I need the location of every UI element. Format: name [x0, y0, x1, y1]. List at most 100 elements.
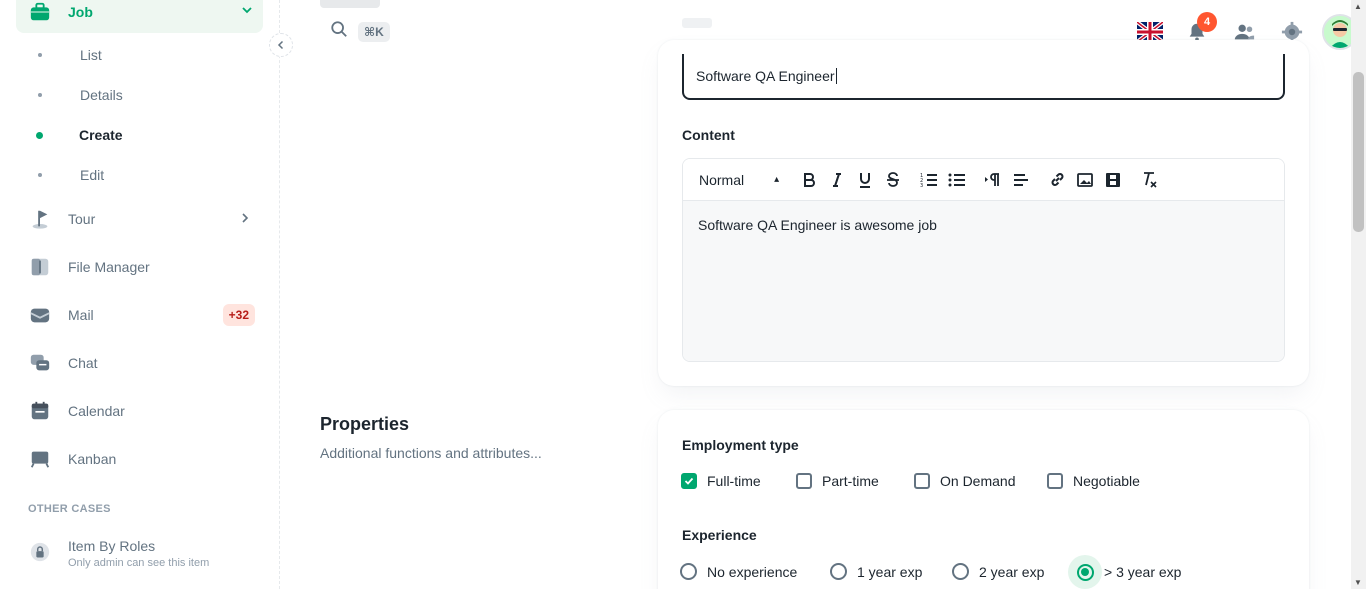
bullet-dot: [38, 173, 42, 177]
scrollbar-thumb[interactable]: [1353, 72, 1364, 232]
content-label: Content: [682, 127, 735, 143]
employment-type-label: Employment type: [682, 437, 799, 453]
notifications-count-badge: 4: [1197, 12, 1217, 32]
employment-option-label: Part-time: [822, 473, 879, 489]
file-manager-icon: [28, 255, 52, 279]
section-title-other-cases: OTHER CASES: [28, 503, 111, 515]
job-title-value: Software QA Engineer: [696, 68, 835, 84]
tour-flag-icon: [28, 207, 52, 231]
properties-subtitle: Additional functions and attributes...: [320, 445, 542, 461]
bullet-list-button[interactable]: [943, 166, 971, 194]
experience-option-2-year[interactable]: 2 year exp: [952, 563, 1044, 580]
lock-icon: [28, 540, 52, 564]
employment-option-label: Negotiable: [1073, 473, 1140, 489]
sidebar-item-job[interactable]: Job: [16, 0, 263, 33]
clear-format-button[interactable]: [1135, 166, 1163, 194]
properties-title: Properties: [320, 414, 410, 434]
experience-option-3-plus-year[interactable]: > 3 year exp: [1068, 555, 1182, 589]
sidebar-collapse-button[interactable]: [269, 33, 293, 57]
align-button[interactable]: [1007, 166, 1035, 194]
sidebar-subitem-list[interactable]: List: [16, 37, 263, 73]
sidebar-item-label: Chat: [68, 355, 98, 371]
sidebar-item-label: Calendar: [68, 403, 125, 419]
sidebar-item-label: Tour: [68, 211, 96, 227]
bullet-dot: [38, 53, 42, 57]
link-button[interactable]: [1043, 166, 1071, 194]
chevron-down-icon: [241, 4, 253, 19]
image-button[interactable]: [1071, 166, 1099, 194]
employment-option-on-demand[interactable]: On Demand: [914, 473, 1015, 489]
bold-icon: [804, 172, 815, 187]
underline-button[interactable]: [851, 166, 879, 194]
sidebar-subitem-label: Create: [79, 127, 123, 143]
rich-text-editor: Normal ▴ 123 Software QA Engineer is awe…: [682, 158, 1285, 362]
chevron-right-icon: [239, 211, 251, 227]
sidebar-subitem-details[interactable]: Details: [16, 77, 263, 113]
sidebar-item-caption: Only admin can see this item: [68, 557, 210, 569]
checkbox-icon: [796, 473, 812, 489]
sidebar-subitem-create[interactable]: Create: [16, 117, 263, 153]
scroll-up-arrow-icon[interactable]: ▲: [1354, 2, 1362, 11]
sidebar-subitem-label: List: [80, 47, 102, 63]
italic-icon: [833, 172, 841, 187]
italic-button[interactable]: [823, 166, 851, 194]
kanban-icon: [28, 447, 52, 471]
employment-option-negotiable[interactable]: Negotiable: [1047, 473, 1140, 489]
sidebar-subitem-edit[interactable]: Edit: [16, 157, 263, 193]
paragraph-direction-icon: [985, 172, 999, 186]
svg-text:3: 3: [920, 183, 923, 188]
editor-content-text: Software QA Engineer is awesome job: [698, 217, 937, 233]
experience-option-label: > 3 year exp: [1104, 564, 1182, 580]
employment-option-label: On Demand: [940, 473, 1016, 489]
sidebar-item-tour[interactable]: Tour: [16, 197, 263, 241]
sidebar-item-by-roles[interactable]: Item By Roles Only admin can see this it…: [16, 534, 263, 569]
sidebar-item-file-manager[interactable]: File Manager: [16, 245, 263, 289]
experience-option-none[interactable]: No experience: [680, 563, 797, 580]
editor-content-area[interactable]: Software QA Engineer is awesome job: [683, 201, 1284, 361]
sidebar-item-kanban[interactable]: Kanban: [16, 437, 263, 481]
job-title-input[interactable]: Software QA Engineer: [682, 54, 1285, 100]
search-trigger[interactable]: ⌘K: [330, 20, 390, 43]
block-format-select[interactable]: Normal ▴: [699, 172, 795, 188]
sidebar-item-mail[interactable]: Mail +32: [16, 293, 263, 337]
employment-option-full-time[interactable]: Full-time: [681, 473, 761, 489]
experience-option-1-year[interactable]: 1 year exp: [830, 563, 922, 580]
sidebar-item-calendar[interactable]: Calendar: [16, 389, 263, 433]
editor-toolbar: Normal ▴ 123: [683, 159, 1284, 201]
sidebar-item-label: Item By Roles: [68, 538, 156, 554]
text-direction-button[interactable]: [979, 166, 1007, 194]
strikethrough-button[interactable]: [879, 166, 907, 194]
sidebar-subitem-label: Details: [80, 87, 123, 103]
scroll-down-arrow-icon[interactable]: ▼: [1354, 578, 1362, 587]
underline-icon: [860, 172, 870, 188]
checkbox-checked-icon: [681, 473, 697, 489]
radio-icon: [680, 563, 697, 580]
search-shortcut-badge: ⌘K: [358, 21, 390, 42]
sidebar-item-label: Job: [68, 3, 93, 20]
sidebar-item-chat[interactable]: Chat: [16, 341, 263, 385]
video-film-icon: [1106, 172, 1120, 187]
bold-button[interactable]: [795, 166, 823, 194]
chat-icon: [28, 351, 52, 375]
sidebar: Job List Details Create Edit Tour File M…: [0, 0, 280, 589]
radio-icon: [830, 563, 847, 580]
experience-option-label: No experience: [707, 563, 798, 580]
radio-focus-ring: [1068, 555, 1102, 589]
video-button[interactable]: [1099, 166, 1127, 194]
experience-label: Experience: [682, 527, 757, 543]
text-caret: [835, 68, 837, 84]
block-format-value: Normal: [699, 171, 745, 188]
experience-option-label: 2 year exp: [979, 563, 1045, 580]
bullet-dot: [38, 93, 42, 97]
search-icon: [330, 20, 348, 43]
radio-icon: [952, 563, 969, 580]
page-scrollbar[interactable]: ▲ ▼: [1351, 0, 1366, 589]
employment-option-part-time[interactable]: Part-time: [796, 473, 879, 489]
strikethrough-icon: [887, 171, 899, 187]
scrolled-header-remnant: [320, 0, 380, 8]
sidebar-item-label: File Manager: [68, 259, 150, 275]
sidebar-item-label: Kanban: [68, 451, 117, 467]
image-icon: [1077, 172, 1093, 187]
ordered-list-button[interactable]: 123: [915, 166, 943, 194]
bullet-list-icon: [948, 173, 965, 186]
